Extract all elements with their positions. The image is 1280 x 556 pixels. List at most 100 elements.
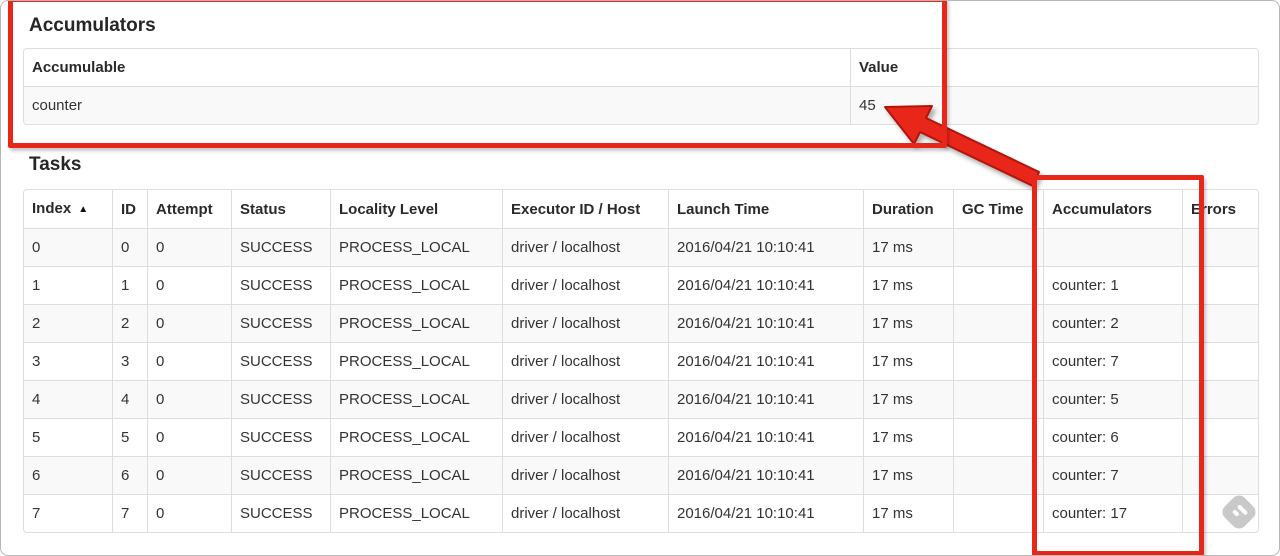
column-header-accumulators[interactable]: Accumulators bbox=[1044, 190, 1183, 229]
table-cell: counter: 7 bbox=[1044, 343, 1183, 381]
table-row: 0 0 0 SUCCESS PROCESS_LOCAL driver / localhos… bbox=[24, 229, 1258, 267]
table-cell: SUCCESS bbox=[232, 305, 331, 343]
table-row: 5 5 0 SUCCESS PROCESS_LOCAL driver / localhos… bbox=[24, 419, 1258, 457]
table-cell: driver / localhost bbox=[503, 419, 669, 457]
feedly-logo-stripe bbox=[1231, 509, 1240, 517]
table-cell: 3 bbox=[113, 343, 148, 381]
table-cell: 17 ms bbox=[864, 495, 954, 532]
table-cell: 0 bbox=[148, 267, 232, 305]
table-cell: 1 bbox=[113, 267, 148, 305]
table-cell: 0 bbox=[148, 457, 232, 495]
column-header-executor-id-host[interactable]: Executor ID / Host bbox=[503, 190, 669, 229]
table-cell bbox=[954, 381, 1044, 419]
accumulators-table: Accumulable Value counter 45 bbox=[23, 48, 1259, 125]
table-cell: counter: 6 bbox=[1044, 419, 1183, 457]
table-cell: 2 bbox=[24, 305, 113, 343]
table-cell: 2016/04/21 10:10:41 bbox=[669, 381, 864, 419]
tasks-header-row: Index ▲ ID Attempt Status Locality Level … bbox=[24, 190, 1258, 229]
table-cell: SUCCESS bbox=[232, 267, 331, 305]
table-cell: 2016/04/21 10:10:41 bbox=[669, 305, 864, 343]
table-cell bbox=[1183, 229, 1258, 267]
table-cell: counter: 2 bbox=[1044, 305, 1183, 343]
table-cell bbox=[954, 267, 1044, 305]
column-header-id[interactable]: ID bbox=[113, 190, 148, 229]
table-row: 6 6 0 SUCCESS PROCESS_LOCAL driver / localhos… bbox=[24, 457, 1258, 495]
table-row: counter 45 bbox=[24, 87, 1258, 124]
table-cell: 7 bbox=[24, 495, 113, 532]
table-row: 4 4 0 SUCCESS PROCESS_LOCAL driver / localhos… bbox=[24, 381, 1258, 419]
tasks-heading: Tasks bbox=[29, 154, 82, 175]
table-cell: PROCESS_LOCAL bbox=[331, 381, 503, 419]
table-cell: SUCCESS bbox=[232, 229, 331, 267]
sort-ascending-icon: ▲ bbox=[78, 204, 89, 215]
table-cell: 4 bbox=[113, 381, 148, 419]
table-cell: 2016/04/21 10:10:41 bbox=[669, 267, 864, 305]
table-cell: driver / localhost bbox=[503, 457, 669, 495]
table-cell: 0 bbox=[113, 229, 148, 267]
column-header-index-label: Index bbox=[32, 200, 72, 217]
table-cell bbox=[954, 343, 1044, 381]
table-cell: 2016/04/21 10:10:41 bbox=[669, 229, 864, 267]
table-cell: counter: 1 bbox=[1044, 267, 1183, 305]
table-cell: counter: 17 bbox=[1044, 495, 1183, 532]
table-cell bbox=[954, 419, 1044, 457]
table-cell bbox=[1044, 229, 1183, 267]
table-cell: SUCCESS bbox=[232, 381, 331, 419]
table-cell bbox=[954, 457, 1044, 495]
column-header-accumulable: Accumulable bbox=[24, 49, 851, 87]
table-cell bbox=[1183, 343, 1258, 381]
table-cell: SUCCESS bbox=[232, 343, 331, 381]
column-header-locality-level[interactable]: Locality Level bbox=[331, 190, 503, 229]
table-cell: PROCESS_LOCAL bbox=[331, 267, 503, 305]
table-cell: PROCESS_LOCAL bbox=[331, 419, 503, 457]
table-cell: SUCCESS bbox=[232, 419, 331, 457]
column-header-gc-time[interactable]: GC Time bbox=[954, 190, 1044, 229]
table-cell: 4 bbox=[24, 381, 113, 419]
table-row: 7 7 0 SUCCESS PROCESS_LOCAL driver / localhos… bbox=[24, 495, 1258, 532]
table-cell bbox=[1183, 381, 1258, 419]
table-cell: 0 bbox=[148, 419, 232, 457]
accumulators-header-row: Accumulable Value bbox=[24, 49, 1258, 87]
column-header-index[interactable]: Index ▲ bbox=[24, 190, 113, 229]
column-header-errors[interactable]: Errors bbox=[1183, 190, 1258, 229]
table-cell: PROCESS_LOCAL bbox=[331, 495, 503, 532]
table-cell bbox=[1183, 419, 1258, 457]
table-cell: 2016/04/21 10:10:41 bbox=[669, 495, 864, 532]
table-cell: 17 ms bbox=[864, 343, 954, 381]
table-cell: 7 bbox=[113, 495, 148, 532]
table-cell: 0 bbox=[148, 229, 232, 267]
table-cell: 17 ms bbox=[864, 305, 954, 343]
table-cell: 0 bbox=[148, 381, 232, 419]
table-cell: counter: 7 bbox=[1044, 457, 1183, 495]
table-cell: 6 bbox=[113, 457, 148, 495]
column-header-status[interactable]: Status bbox=[232, 190, 331, 229]
table-cell: 45 bbox=[859, 97, 876, 114]
accumulators-heading: Accumulators bbox=[29, 15, 156, 36]
table-cell: driver / localhost bbox=[503, 267, 669, 305]
table-cell: 2 bbox=[113, 305, 148, 343]
table-cell: driver / localhost bbox=[503, 495, 669, 532]
table-cell: PROCESS_LOCAL bbox=[331, 457, 503, 495]
spark-ui-stage-page: Accumulators Accumulable Value counter 45… bbox=[0, 0, 1280, 556]
table-cell: 2016/04/21 10:10:41 bbox=[669, 419, 864, 457]
table-cell bbox=[1183, 457, 1258, 495]
table-cell: 0 bbox=[148, 343, 232, 381]
table-cell: driver / localhost bbox=[503, 343, 669, 381]
table-cell: PROCESS_LOCAL bbox=[331, 229, 503, 267]
table-cell: 1 bbox=[24, 267, 113, 305]
column-header-duration[interactable]: Duration bbox=[864, 190, 954, 229]
table-cell: counter: 5 bbox=[1044, 381, 1183, 419]
column-header-attempt[interactable]: Attempt bbox=[148, 190, 232, 229]
table-cell bbox=[954, 305, 1044, 343]
table-cell: 0 bbox=[148, 495, 232, 532]
table-cell: counter bbox=[24, 87, 851, 124]
tasks-table: Index ▲ ID Attempt Status Locality Level … bbox=[23, 189, 1259, 533]
table-cell: PROCESS_LOCAL bbox=[331, 305, 503, 343]
table-cell bbox=[1183, 305, 1258, 343]
column-header-launch-time[interactable]: Launch Time bbox=[669, 190, 864, 229]
table-cell: 5 bbox=[24, 419, 113, 457]
table-cell: driver / localhost bbox=[503, 229, 669, 267]
table-cell: 2016/04/21 10:10:41 bbox=[669, 457, 864, 495]
column-header-value: Value bbox=[851, 49, 1258, 87]
table-cell bbox=[954, 229, 1044, 267]
